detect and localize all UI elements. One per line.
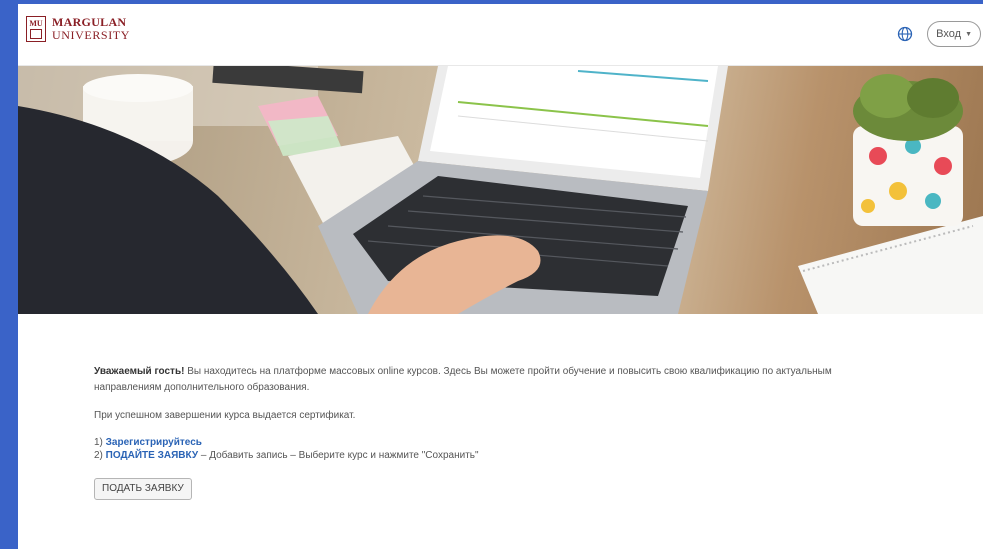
step-2: 2) ПОДАЙТЕ ЗАЯВКУ – Добавить запись – Вы…	[94, 449, 884, 462]
apply-link[interactable]: ПОДАЙТЕ ЗАЯВКУ	[106, 450, 198, 461]
logo-text: MARGULAN UNIVERSITY	[52, 16, 130, 42]
logo-emblem-text: MU	[29, 19, 43, 28]
submit-application-button[interactable]: ПОДАТЬ ЗАЯВКУ	[94, 478, 192, 500]
logo-emblem: MU	[26, 16, 46, 42]
caret-down-icon: ▼	[965, 30, 972, 38]
browser-frame: MU MARGULAN UNIVERSITY Вход ▼ Уважаемый …	[18, 4, 983, 549]
step-2-text: – Добавить запись – Выберите курс и нажм…	[198, 450, 479, 461]
login-label: Вход	[936, 28, 962, 40]
step-1: 1) Зарегистрируйтесь	[94, 436, 884, 449]
certificate-note: При успешном завершении курса выдается с…	[94, 410, 356, 421]
steps-list: 1) Зарегистрируйтесь 2) ПОДАЙТЕ ЗАЯВКУ –…	[94, 436, 884, 462]
hero-banner-image	[18, 66, 983, 314]
site-header: MU MARGULAN UNIVERSITY Вход ▼	[18, 4, 983, 66]
hero-illustration	[18, 66, 983, 314]
step-2-prefix: 2)	[94, 450, 106, 461]
logo-emblem-building	[30, 29, 42, 39]
register-link[interactable]: Зарегистрируйтесь	[106, 437, 202, 448]
main-content: Уважаемый гость! Вы находитесь на платфо…	[94, 364, 884, 500]
globe-icon[interactable]	[897, 26, 913, 42]
logo-line2: UNIVERSITY	[52, 28, 130, 42]
login-button[interactable]: Вход ▼	[927, 21, 981, 47]
university-logo[interactable]: MU MARGULAN UNIVERSITY	[26, 16, 130, 42]
greeting-text: Уважаемый гость!	[94, 366, 185, 377]
step-1-prefix: 1)	[94, 437, 106, 448]
intro-text: Вы находитесь на платформе массовых onli…	[94, 366, 832, 393]
intro-paragraph: Уважаемый гость! Вы находитесь на платфо…	[94, 364, 884, 396]
